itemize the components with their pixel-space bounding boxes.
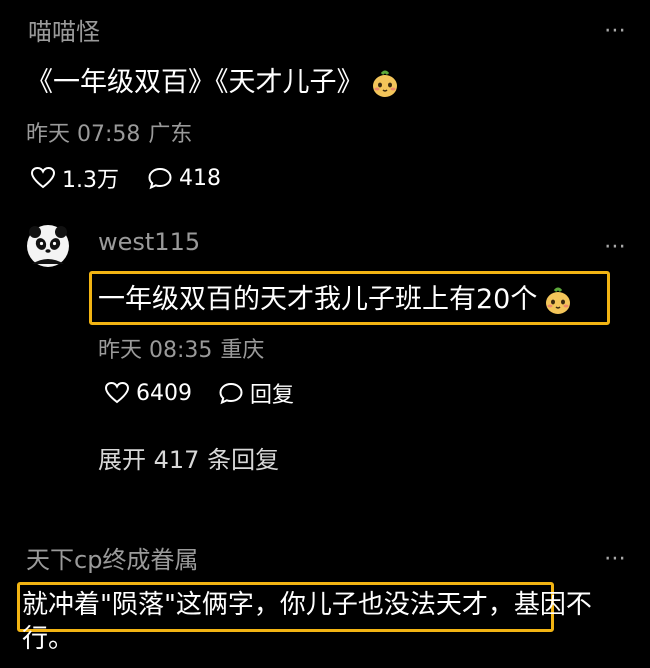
comment-text: 就冲着"陨落"这俩字，你儿子也没法天才，基因不行。 xyxy=(22,588,642,656)
comment-thread: 喵喵怪 ⋯ 《一年级双百》《天才儿子》 昨天 07:58 广东 1.3万 418… xyxy=(0,0,650,668)
comment-username[interactable]: 天下cp终成眷属 xyxy=(26,540,198,575)
reply-time: 昨天 08:35 xyxy=(98,338,213,363)
reply-text-content: 一年级双百的天才我儿子班上有20个 xyxy=(98,284,538,315)
reply-button[interactable]: 回复 xyxy=(218,377,294,409)
pear-face-emoji xyxy=(543,286,573,316)
more-icon[interactable]: ⋯ xyxy=(604,548,628,570)
like-button[interactable]: 1.3万 xyxy=(30,162,119,194)
reply-username[interactable]: west115 xyxy=(98,228,200,256)
reply-label: 回复 xyxy=(250,383,295,408)
reply-actions: 6409 回复 xyxy=(104,377,294,409)
heart-icon xyxy=(104,381,130,405)
reply-location: 重庆 xyxy=(220,338,265,363)
heart-icon xyxy=(30,166,56,190)
like-button[interactable]: 6409 xyxy=(104,381,192,406)
comment-actions: 1.3万 418 xyxy=(30,162,221,194)
reply-count: 418 xyxy=(179,165,221,191)
like-count: 6409 xyxy=(136,380,192,406)
comment-meta: 昨天 07:58 广东 xyxy=(26,116,192,148)
reply-meta: 昨天 08:35 重庆 xyxy=(98,332,264,364)
comment-time: 昨天 07:58 xyxy=(26,122,141,147)
pear-face-emoji xyxy=(370,69,400,99)
like-count: 1.3万 xyxy=(62,168,119,193)
comment-text-content: 《一年级双百》《天才儿子》 xyxy=(26,67,364,98)
reply-count-button[interactable]: 418 xyxy=(147,166,221,191)
comment-icon xyxy=(147,166,173,190)
expand-replies-link[interactable]: 展开 417 条回复 xyxy=(98,440,279,475)
comment-icon xyxy=(218,381,244,405)
more-icon[interactable]: ⋯ xyxy=(604,236,628,258)
panda-avatar[interactable] xyxy=(26,224,70,268)
more-icon[interactable]: ⋯ xyxy=(604,20,628,42)
comment-username[interactable]: 喵喵怪 xyxy=(28,12,100,47)
comment-location: 广东 xyxy=(148,122,193,147)
reply-text: 一年级双百的天才我儿子班上有20个 xyxy=(98,277,573,316)
comment-text-highlighted: 就冲着"陨落"这俩字，你儿子也没法天才， xyxy=(22,590,514,620)
comment-text: 《一年级双百》《天才儿子》 xyxy=(26,60,400,99)
